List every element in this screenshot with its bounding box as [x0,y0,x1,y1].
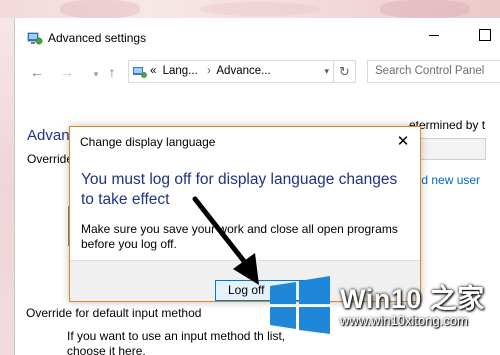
breadcrumb-overflow[interactable]: « [150,65,156,77]
wallpaper-decoration [380,0,470,18]
breadcrumb-item-advanced[interactable]: Advance... [216,65,270,77]
refresh-button[interactable]: ↻ [334,60,356,83]
control-panel-icon [27,32,43,45]
windows-logo-icon [270,276,330,334]
chevron-down-icon[interactable]: ▾ [324,66,329,77]
desktop-wallpaper [0,0,500,18]
watermark-url: www.win10xitong.com [340,313,468,328]
close-icon[interactable]: ✕ [392,131,414,153]
search-input[interactable]: Search Control Panel [367,60,500,83]
wallpaper-decoration [60,0,140,18]
wallpaper-decoration [200,2,320,16]
breadcrumb-item-language[interactable]: Lang... [163,65,198,77]
window-titlebar[interactable]: Advanced settings [15,18,500,56]
annotation-arrow-icon [192,196,259,285]
watermark-title: Win10 之家 [340,284,485,314]
control-panel-icon [133,67,147,78]
desktop-wallpaper-edge [0,18,14,355]
dialog-titlebar[interactable]: Change display language ✕ [70,127,420,157]
search-placeholder: Search Control Panel [375,65,485,77]
section-heading-override: Override [27,152,74,166]
input-method-description: If you want to use an input method th li… [67,329,286,355]
dialog-title: Change display language [80,135,216,149]
breadcrumb-separator-icon: › [206,65,211,77]
up-arrow-icon[interactable]: ↑ [103,64,121,80]
section-heading-input-method: Override for default input method [26,306,202,320]
back-arrow-icon[interactable]: ← [28,64,46,80]
maximize-button[interactable] [470,24,498,48]
window-title: Advanced settings [48,31,147,45]
page-title: Advan [27,127,70,144]
address-bar[interactable]: « Lang... › Advance... ▾ [128,60,334,83]
forward-arrow-icon[interactable]: → [58,64,76,80]
language-dropdown[interactable] [410,138,486,160]
navigation-bar: ← → ▾ ↑ « Lang... › Advance... ▾ ↻ Searc… [15,58,500,86]
minimize-button[interactable] [420,24,448,48]
breadcrumb: « Lang... › Advance... [150,65,274,77]
